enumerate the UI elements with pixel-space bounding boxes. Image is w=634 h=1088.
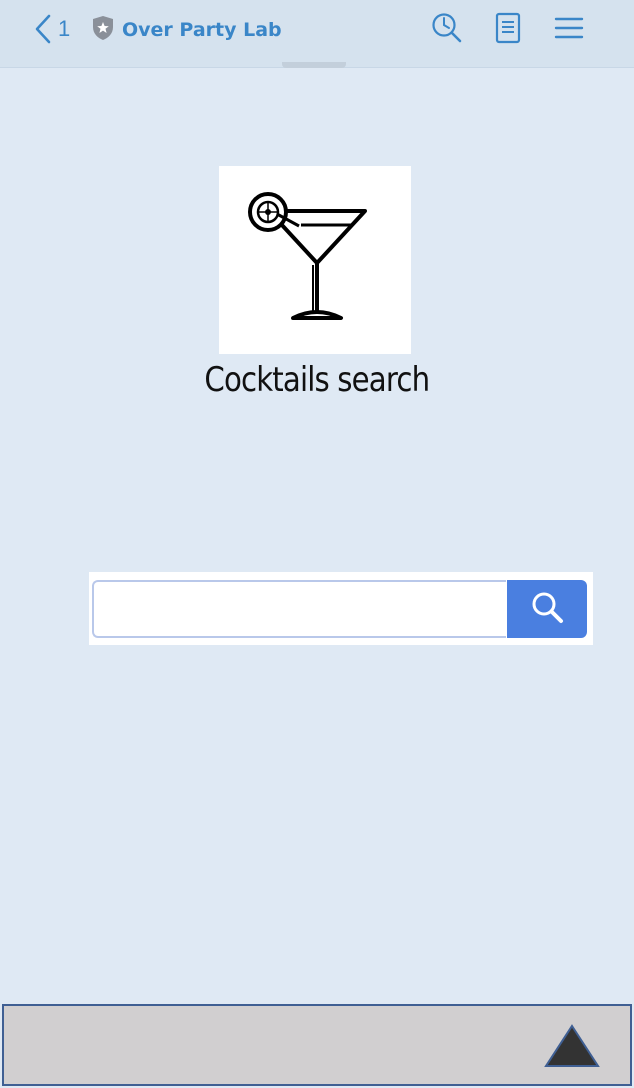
document-icon: [494, 12, 522, 48]
menu-button[interactable]: [551, 12, 587, 48]
search-bar: [89, 572, 593, 645]
cocktail-logo: [219, 166, 411, 354]
history-search-button[interactable]: [429, 12, 465, 48]
app-screen: 1 Over Party Lab Cocktails search: [0, 0, 634, 1088]
hamburger-menu-icon: [554, 15, 584, 45]
martini-glass-icon: [219, 192, 411, 358]
back-button[interactable]: 1: [34, 12, 70, 46]
chevron-left-icon: [34, 13, 52, 45]
toolbar-grabber[interactable]: [282, 62, 346, 68]
back-count: 1: [58, 16, 71, 41]
page-title: Cocktails search: [204, 360, 430, 400]
browser-toolbar: 1 Over Party Lab: [0, 0, 634, 68]
clock-search-icon: [431, 12, 463, 48]
triangle-up-icon: [544, 1024, 600, 1074]
search-input[interactable]: [92, 580, 506, 638]
search-button[interactable]: [507, 580, 587, 638]
shield-star-icon: [92, 15, 114, 45]
bottom-bar: [2, 1004, 632, 1086]
scroll-to-top-button[interactable]: [544, 1024, 600, 1070]
site-identity[interactable]: Over Party Lab: [92, 14, 282, 46]
site-title: Over Party Lab: [122, 19, 282, 41]
reader-button[interactable]: [490, 12, 526, 48]
search-icon: [529, 589, 565, 629]
